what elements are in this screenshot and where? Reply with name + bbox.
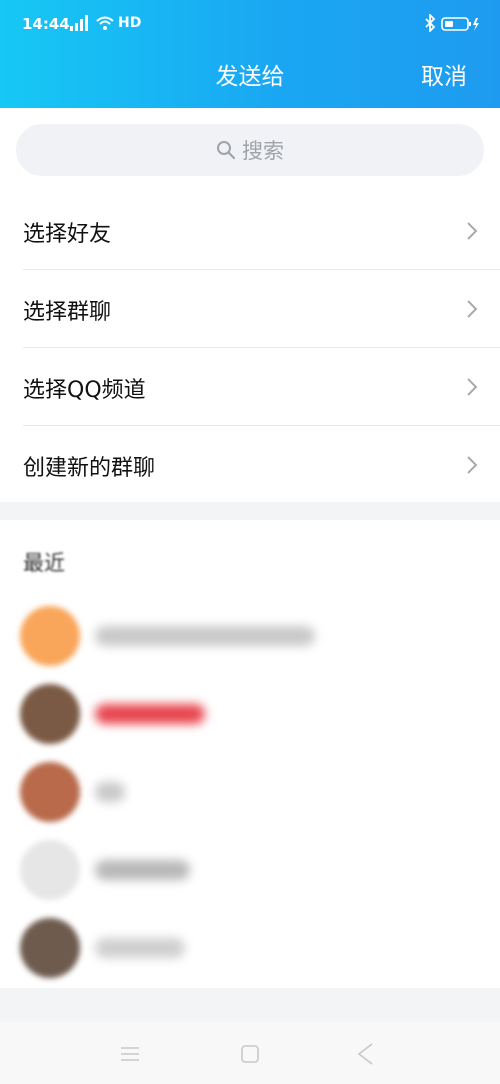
contact-name-blurred xyxy=(95,704,205,724)
search-placeholder: 搜索 xyxy=(242,139,284,163)
home-square-icon[interactable] xyxy=(241,1045,259,1063)
status-bar: 14:44 HD xyxy=(0,0,500,50)
menu-item-create-group[interactable]: 创建新的群聊 xyxy=(0,426,500,504)
contact-name-blurred xyxy=(95,860,190,880)
menu-item-label: 创建新的群聊 xyxy=(23,456,156,481)
menu-item-select-group[interactable]: 选择群聊 xyxy=(0,270,500,348)
avatar xyxy=(20,762,80,822)
avatar xyxy=(20,918,80,978)
charging-icon xyxy=(473,18,479,31)
cancel-button[interactable]: 取消 xyxy=(421,57,467,91)
section-gap xyxy=(0,502,500,520)
avatar xyxy=(20,684,80,744)
recent-contact-item[interactable] xyxy=(0,910,500,988)
wifi-icon xyxy=(96,16,114,30)
bluetooth-icon xyxy=(425,14,436,32)
search-section: 搜索 xyxy=(0,108,500,192)
menu-item-select-qq-channel[interactable]: 选择QQ频道 xyxy=(0,348,500,426)
avatar xyxy=(20,606,80,666)
recent-contact-item[interactable] xyxy=(0,676,500,754)
status-time: 14:44 xyxy=(22,15,70,33)
recent-section: 最近 xyxy=(0,520,500,988)
network-label: HD xyxy=(118,15,142,31)
menu-item-label: 选择好友 xyxy=(23,222,112,247)
chevron-right-icon xyxy=(467,300,478,318)
recent-title: 最近 xyxy=(23,551,65,575)
recent-contact-item[interactable] xyxy=(0,754,500,832)
section-gap xyxy=(0,988,500,1022)
header-bar: 14:44 HD 发送给 取消 xyxy=(0,0,500,108)
back-triangle-icon[interactable] xyxy=(356,1042,374,1066)
chevron-right-icon xyxy=(467,222,478,240)
signal-icon xyxy=(70,15,88,31)
menu-item-label: 选择QQ频道 xyxy=(23,378,146,403)
contact-name-blurred xyxy=(95,938,185,958)
chevron-right-icon xyxy=(467,456,478,474)
search-icon xyxy=(217,141,236,160)
recent-contact-item[interactable] xyxy=(0,832,500,910)
avatar xyxy=(20,840,80,900)
battery-icon xyxy=(441,17,479,31)
menu-icon[interactable] xyxy=(120,1046,140,1062)
search-input[interactable]: 搜索 xyxy=(16,124,484,176)
menu-list: 选择好友 选择群聊 选择QQ频道 创建新的群聊 xyxy=(0,192,500,504)
navigation-bar xyxy=(0,1022,500,1084)
chevron-right-icon xyxy=(467,378,478,396)
contact-name-blurred xyxy=(95,782,125,802)
recent-contact-item[interactable] xyxy=(0,598,500,676)
menu-item-select-friend[interactable]: 选择好友 xyxy=(0,192,500,270)
contact-name-blurred xyxy=(95,626,315,646)
menu-item-label: 选择群聊 xyxy=(23,300,112,325)
